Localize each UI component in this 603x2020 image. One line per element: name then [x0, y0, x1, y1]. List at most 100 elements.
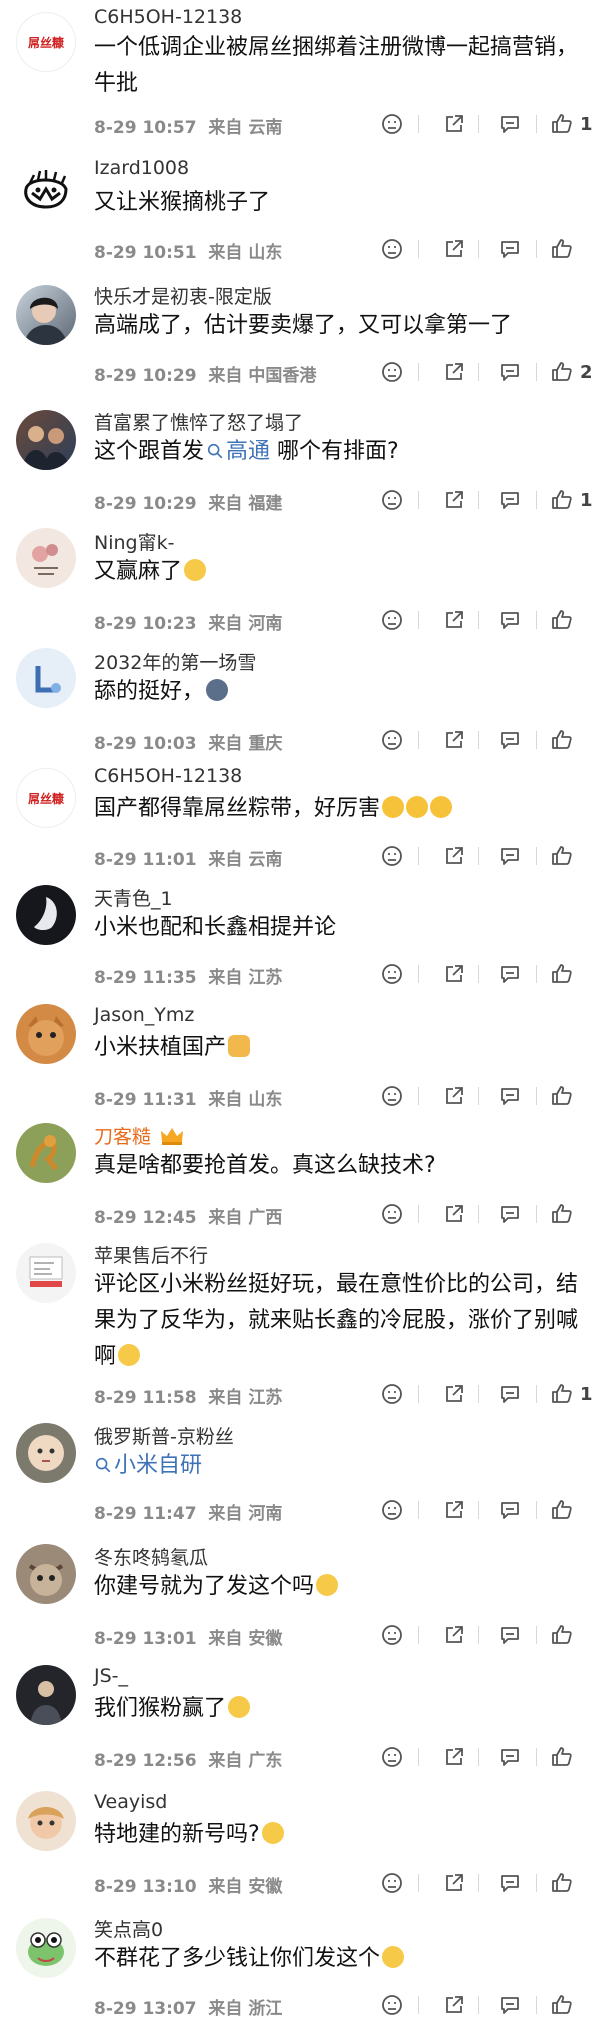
avatar[interactable]: [16, 1544, 76, 1604]
share-icon[interactable]: [442, 1870, 466, 1896]
share-icon[interactable]: [442, 843, 466, 869]
share-icon[interactable]: [442, 727, 466, 753]
username[interactable]: Veayisd: [94, 1791, 167, 1813]
dislike-icon[interactable]: [380, 607, 404, 633]
like-button[interactable]: [550, 236, 580, 262]
avatar[interactable]: [16, 1004, 76, 1064]
username[interactable]: Jason_Ymz: [94, 1004, 194, 1026]
like-button[interactable]: 1: [550, 111, 593, 137]
username[interactable]: C6H5OH-12138: [94, 765, 242, 787]
reply-icon[interactable]: [498, 1992, 522, 2018]
avatar[interactable]: [16, 528, 76, 588]
avatar[interactable]: 屌丝糠: [16, 12, 76, 72]
username[interactable]: JS-_: [94, 1665, 128, 1687]
username[interactable]: 快乐才是初衷-限定版: [94, 282, 272, 309]
dislike-icon[interactable]: [380, 1381, 404, 1407]
reply-icon[interactable]: [498, 1083, 522, 1109]
like-button[interactable]: [550, 961, 580, 987]
avatar[interactable]: [16, 1423, 76, 1483]
username[interactable]: Ning甯k-: [94, 528, 174, 555]
share-icon[interactable]: [442, 1992, 466, 2018]
reply-icon[interactable]: [498, 607, 522, 633]
reply-icon[interactable]: [498, 727, 522, 753]
search-link[interactable]: 高通: [204, 439, 270, 464]
dislike-icon[interactable]: [380, 111, 404, 137]
reply-icon[interactable]: [498, 236, 522, 262]
dislike-icon[interactable]: [380, 1201, 404, 1227]
like-button[interactable]: [550, 1622, 580, 1648]
dislike-icon[interactable]: [380, 236, 404, 262]
share-icon[interactable]: [442, 359, 466, 385]
reply-icon[interactable]: [498, 111, 522, 137]
username[interactable]: 笑点高0: [94, 1915, 163, 1942]
action-divider: [418, 1501, 419, 1519]
username[interactable]: C6H5OH-12138: [94, 6, 242, 28]
share-icon[interactable]: [442, 1497, 466, 1523]
dislike-icon[interactable]: [380, 1622, 404, 1648]
like-button[interactable]: 2: [550, 359, 593, 385]
like-button[interactable]: [550, 1497, 580, 1523]
like-button[interactable]: [550, 727, 580, 753]
avatar[interactable]: [16, 1918, 76, 1978]
dislike-icon[interactable]: [380, 843, 404, 869]
dislike-icon[interactable]: [380, 961, 404, 987]
username[interactable]: 冬东咚鸫氡瓜: [94, 1543, 208, 1570]
dislike-icon[interactable]: [380, 1744, 404, 1770]
like-button[interactable]: [550, 1870, 580, 1896]
share-icon[interactable]: [442, 1201, 466, 1227]
share-icon[interactable]: [442, 961, 466, 987]
avatar[interactable]: [16, 885, 76, 945]
reply-icon[interactable]: [498, 1201, 522, 1227]
like-button[interactable]: [550, 1083, 580, 1109]
reply-icon[interactable]: [498, 1381, 522, 1407]
dislike-icon[interactable]: [380, 1497, 404, 1523]
like-button[interactable]: [550, 843, 580, 869]
share-icon[interactable]: [442, 1622, 466, 1648]
username[interactable]: 2032年的第一场雪: [94, 648, 256, 675]
like-button[interactable]: [550, 607, 580, 633]
like-button[interactable]: [550, 1992, 580, 2018]
dislike-icon[interactable]: [380, 359, 404, 385]
share-icon[interactable]: [442, 607, 466, 633]
dislike-icon[interactable]: [380, 727, 404, 753]
avatar[interactable]: [16, 648, 76, 708]
like-button[interactable]: 1: [550, 1381, 593, 1407]
avatar[interactable]: [16, 285, 76, 345]
avatar[interactable]: [16, 1665, 76, 1725]
share-icon[interactable]: [442, 1381, 466, 1407]
username[interactable]: 苹果售后不行: [94, 1241, 208, 1268]
avatar[interactable]: [16, 1791, 76, 1851]
username[interactable]: 天青色_1: [94, 884, 173, 911]
share-icon[interactable]: [442, 111, 466, 137]
reply-icon[interactable]: [498, 1622, 522, 1648]
avatar[interactable]: [16, 1123, 76, 1183]
reply-icon[interactable]: [498, 961, 522, 987]
dislike-icon[interactable]: [380, 1870, 404, 1896]
avatar[interactable]: [16, 163, 76, 223]
reply-icon[interactable]: [498, 359, 522, 385]
reply-icon[interactable]: [498, 1497, 522, 1523]
dislike-icon[interactable]: [380, 487, 404, 513]
like-button[interactable]: 1: [550, 487, 593, 513]
reply-icon[interactable]: [498, 1870, 522, 1896]
username[interactable]: 首富累了憔悴了怒了塌了: [94, 408, 303, 435]
search-link[interactable]: 小米自研: [94, 1453, 202, 1478]
avatar[interactable]: [16, 1243, 76, 1303]
like-button[interactable]: [550, 1744, 580, 1770]
dislike-icon[interactable]: [380, 1992, 404, 2018]
share-icon[interactable]: [442, 1083, 466, 1109]
username[interactable]: 俄罗斯普-京粉丝: [94, 1422, 234, 1449]
avatar[interactable]: 屌丝糠: [16, 768, 76, 828]
reply-icon[interactable]: [498, 843, 522, 869]
search-icon: [95, 1457, 111, 1473]
avatar[interactable]: [16, 410, 76, 470]
username[interactable]: Izard1008: [94, 157, 189, 179]
dislike-icon[interactable]: [380, 1083, 404, 1109]
like-button[interactable]: [550, 1201, 580, 1227]
share-icon[interactable]: [442, 487, 466, 513]
reply-icon[interactable]: [498, 1744, 522, 1770]
share-icon[interactable]: [442, 1744, 466, 1770]
share-icon[interactable]: [442, 236, 466, 262]
reply-icon[interactable]: [498, 487, 522, 513]
username[interactable]: 刀客糙: [94, 1122, 185, 1149]
